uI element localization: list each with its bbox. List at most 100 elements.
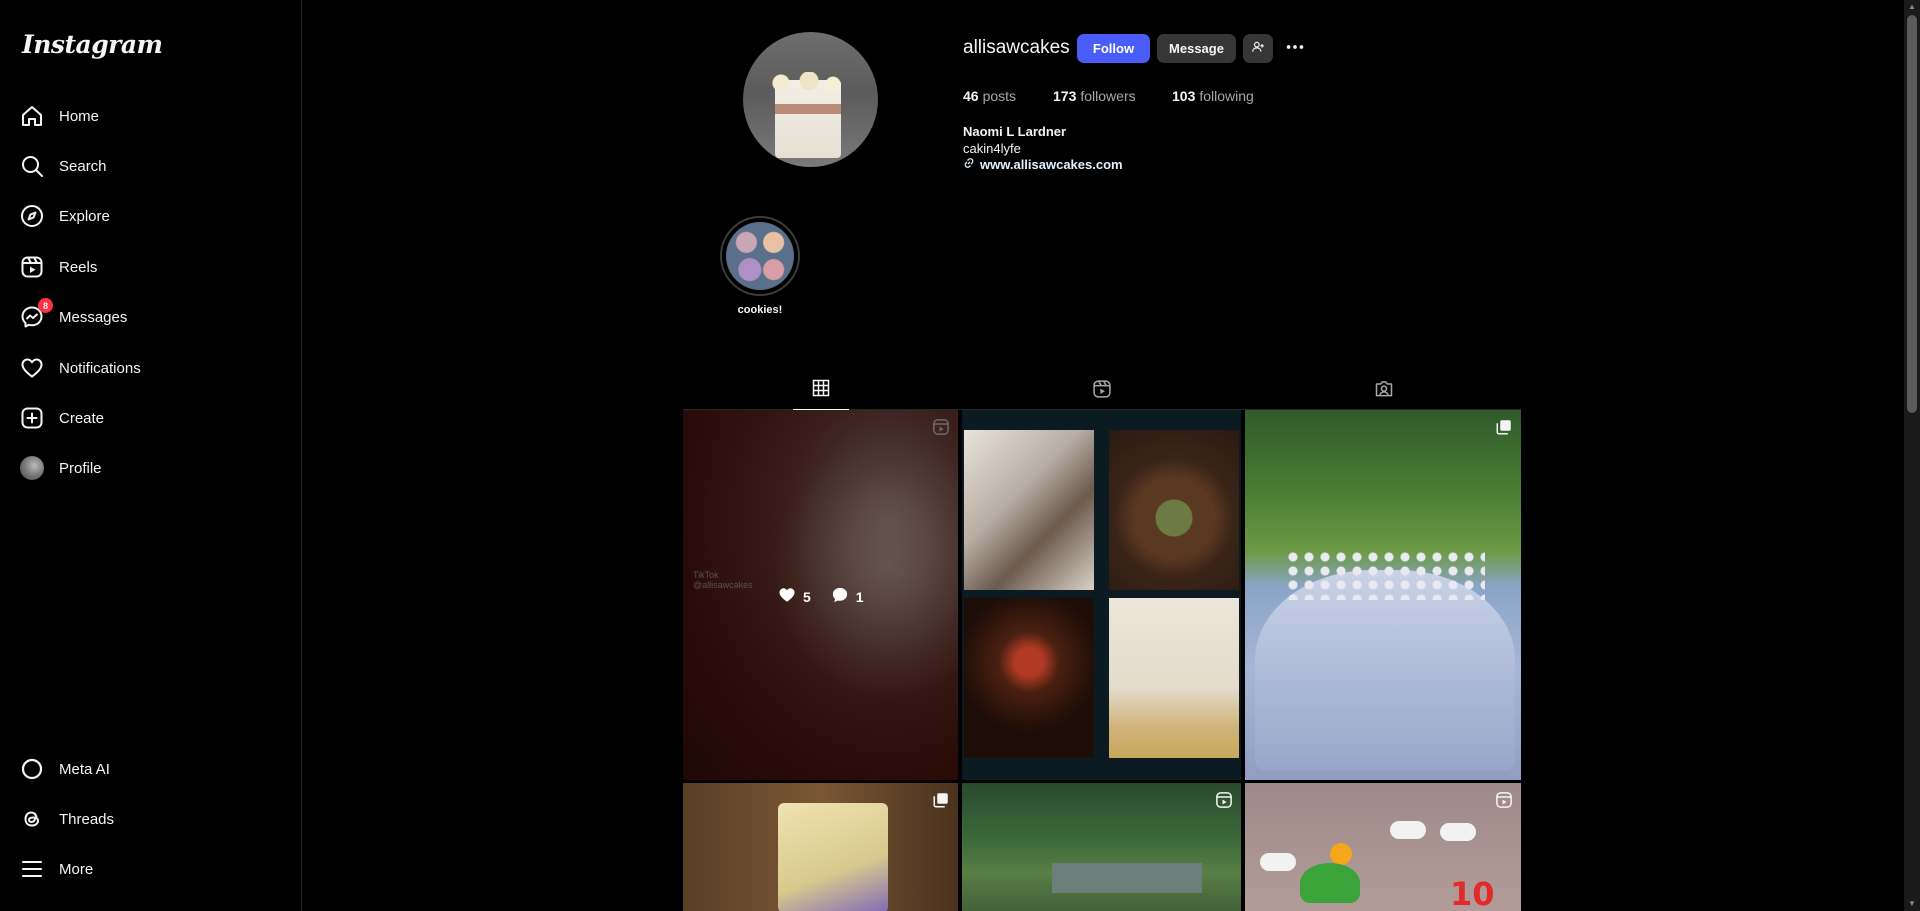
message-button[interactable]: Message <box>1157 34 1236 63</box>
profile-full-name: Naomi L Lardner <box>963 124 1067 139</box>
sun-decoration <box>1330 843 1352 865</box>
reels-icon <box>20 255 44 279</box>
options-button[interactable] <box>1280 34 1310 63</box>
likes-count: 5 <box>803 588 811 605</box>
profile-avatar-wrap <box>20 456 44 480</box>
palm-decoration <box>1300 863 1360 903</box>
avatar <box>20 456 44 480</box>
sidebar-item-label: Profile <box>59 459 102 477</box>
reel-indicator-icon <box>932 418 950 436</box>
posts-label: posts <box>982 88 1017 104</box>
post-image <box>778 803 888 911</box>
tiktok-handle: @allisawcakes <box>693 580 753 590</box>
post-image <box>773 440 958 700</box>
sidebar-item-create[interactable]: Create <box>12 396 290 440</box>
messages-badge: 8 <box>38 298 53 313</box>
cake-flowers <box>765 72 845 94</box>
post-tile[interactable] <box>962 783 1241 911</box>
post-tile[interactable]: TikTok @allisawcakes 5 1 <box>683 410 958 780</box>
profile-link-text: www.allisawcakes.com <box>980 157 1123 172</box>
profile-bio: cakin4lyfe <box>963 141 1021 156</box>
comment-filled-icon <box>831 586 849 607</box>
sidebar-item-label: Create <box>59 409 105 427</box>
sidebar-item-label: Messages <box>59 308 128 326</box>
grid-icon <box>811 378 831 403</box>
followers-number: 173 <box>1053 88 1077 104</box>
sidebar-item-label: Home <box>59 107 100 125</box>
tiktok-label: TikTok <box>693 570 719 580</box>
threads-icon <box>20 807 44 831</box>
post-image <box>1109 598 1239 758</box>
more-horizontal-icon <box>1284 36 1306 61</box>
sidebar-item-notifications[interactable]: Notifications <box>12 346 290 390</box>
followers-count[interactable]: 173 followers <box>1053 88 1136 104</box>
scroll-thumb[interactable] <box>1907 15 1917 413</box>
post-image <box>964 598 1094 758</box>
post-image <box>1109 430 1239 590</box>
sidebar-item-label: More <box>59 860 94 878</box>
following-number: 103 <box>1172 88 1196 104</box>
sidebar-item-messages[interactable]: 8 Messages <box>12 295 290 339</box>
followers-label: followers <box>1080 88 1136 104</box>
page-scrollbar[interactable]: ▲ ▼ <box>1904 0 1920 911</box>
following-label: following <box>1199 88 1254 104</box>
sidebar-item-more[interactable]: More <box>12 847 290 891</box>
sidebar-item-label: Search <box>59 157 107 175</box>
sidebar-item-reels[interactable]: Reels <box>12 245 290 289</box>
post-image <box>1052 863 1202 893</box>
posts-count: 46 posts <box>963 88 1016 104</box>
sidebar-item-label: Notifications <box>59 359 141 377</box>
post-hover-stats: 5 1 <box>778 586 864 607</box>
post-tile[interactable] <box>683 783 958 911</box>
tab-tagged[interactable] <box>1356 372 1412 410</box>
post-tile[interactable] <box>1245 410 1521 780</box>
heart-icon <box>20 356 44 380</box>
scroll-down-arrow[interactable]: ▼ <box>1907 899 1917 909</box>
following-count[interactable]: 103 following <box>1172 88 1254 104</box>
story-highlight[interactable] <box>720 216 800 296</box>
sidebar-item-home[interactable]: Home <box>12 94 290 138</box>
sidebar-item-explore[interactable]: Explore <box>12 194 290 238</box>
carousel-icon <box>932 791 950 809</box>
reel-indicator-icon <box>1215 791 1233 809</box>
comments-count: 1 <box>855 588 864 605</box>
post-image <box>964 430 1094 590</box>
heart-filled-icon <box>778 586 796 607</box>
tiktok-watermark: TikTok @allisawcakes <box>693 570 753 590</box>
meta-ai-icon <box>20 757 44 781</box>
sidebar: Instagram Home Search Explore Reels 8 Me… <box>0 0 302 911</box>
tab-posts[interactable] <box>793 372 849 410</box>
cake-band <box>775 104 841 114</box>
post-image <box>1255 570 1515 770</box>
carousel-icon <box>1495 418 1513 436</box>
sidebar-item-profile[interactable]: Profile <box>12 446 290 490</box>
highlight-cover <box>726 222 794 290</box>
reel-indicator-icon <box>1495 791 1513 809</box>
sidebar-item-label: Meta AI <box>59 760 110 778</box>
number-topper: 10 <box>1450 875 1495 911</box>
post-tile[interactable]: 10 <box>1245 783 1521 911</box>
instagram-logo[interactable]: Instagram <box>22 30 163 59</box>
scroll-up-arrow[interactable]: ▲ <box>1907 2 1917 12</box>
profile-picture[interactable] <box>743 32 878 167</box>
tab-reels[interactable] <box>1074 372 1130 410</box>
cloud-decoration <box>1390 821 1426 839</box>
home-icon <box>20 104 44 128</box>
reels-icon <box>1092 379 1112 404</box>
search-icon <box>20 154 44 178</box>
sidebar-item-threads[interactable]: Threads <box>12 797 290 841</box>
likes-stat: 5 <box>778 586 811 607</box>
sidebar-item-label: Explore <box>59 207 110 225</box>
messenger-icon: 8 <box>20 298 53 329</box>
sidebar-item-label: Threads <box>59 810 115 828</box>
profile-username: allisawcakes <box>963 37 1070 58</box>
follow-button[interactable]: Follow <box>1077 34 1150 63</box>
post-tile[interactable] <box>962 410 1241 780</box>
tagged-icon <box>1374 379 1394 404</box>
add-person-icon <box>1251 40 1265 57</box>
profile-link[interactable]: www.allisawcakes.com <box>963 157 1123 172</box>
suggested-users-button[interactable] <box>1243 34 1273 63</box>
link-icon <box>963 157 980 172</box>
sidebar-item-meta-ai[interactable]: Meta AI <box>12 747 290 791</box>
sidebar-item-search[interactable]: Search <box>12 144 290 188</box>
